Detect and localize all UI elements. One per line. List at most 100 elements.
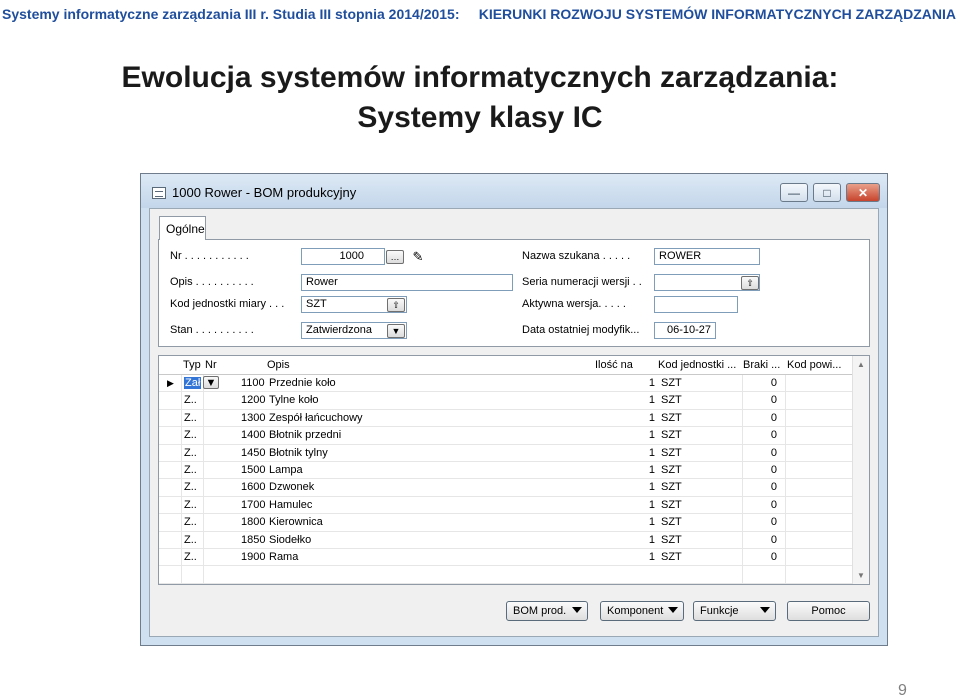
cell-braki[interactable]: 0 [767,377,777,389]
table-row[interactable] [159,566,853,584]
cell-ilosc[interactable]: 1 [645,516,655,528]
col-kod-powi[interactable]: Kod powi... [787,359,841,371]
cell-opis[interactable]: Tylne koło [269,394,319,406]
cell-ilosc[interactable]: 1 [645,447,655,459]
cell-kod-jednostki[interactable]: SZT [661,516,682,528]
cell-nr[interactable]: 1700 [241,499,265,511]
cell-braki[interactable]: 0 [767,429,777,441]
cell-nr[interactable]: 1600 [241,481,265,493]
window-titlebar[interactable]: 1000 Rower - BOM produkcyjny — □ ✕ [141,174,887,208]
cell-typ[interactable]: Z.. [184,394,197,406]
col-typ[interactable]: Typ [183,359,201,371]
cell-ilosc[interactable]: 1 [645,394,655,406]
nr-field[interactable]: 1000 [301,248,385,265]
cell-typ[interactable]: Z.. [184,447,197,459]
cell-opis[interactable]: Kierownica [269,516,323,528]
cell-kod-jednostki[interactable]: SZT [661,412,682,424]
komponent-button[interactable]: Komponent [600,601,684,621]
chevron-down-icon[interactable]: ▼ [203,376,219,389]
cell-opis[interactable]: Dzwonek [269,481,314,493]
lookup-arrow-icon[interactable]: ⇧ [387,298,405,312]
table-row[interactable]: Z.. 1200 Tylne koło 1 SZT 0 [159,392,853,410]
table-row[interactable]: Z.. 1600 Dzwonek 1 SZT 0 [159,479,853,497]
cell-kod-jednostki[interactable]: SZT [661,534,682,546]
close-button[interactable]: ✕ [846,183,880,202]
opis-field[interactable]: Rower [301,274,513,291]
cell-braki[interactable]: 0 [767,394,777,406]
cell-kod-jednostki[interactable]: SZT [661,499,682,511]
cell-typ[interactable]: Z.. [184,464,197,476]
table-row[interactable]: Zał 1100 Przednie koło 1 SZT 0 ▶ ▼ [159,375,853,393]
cell-typ[interactable]: Z.. [184,534,197,546]
funkcje-button[interactable]: Funkcje [693,601,776,621]
cell-nr[interactable]: 1100 [241,377,265,389]
cell-ilosc[interactable]: 1 [645,377,655,389]
table-row[interactable]: Z.. 1850 Siodełko 1 SZT 0 [159,532,853,549]
col-ilosc[interactable]: Ilość na [595,359,633,371]
lookup-ellipsis-button[interactable]: … [386,250,404,264]
cell-kod-jednostki[interactable]: SZT [661,394,682,406]
cell-nr[interactable]: 1400 [241,429,265,441]
cell-braki[interactable]: 0 [767,516,777,528]
cell-opis[interactable]: Rama [269,551,298,563]
cell-typ[interactable]: Z.. [184,429,197,441]
nazwa-szukana-field[interactable]: ROWER [654,248,760,265]
cell-kod-jednostki[interactable]: SZT [661,447,682,459]
cell-ilosc[interactable]: 1 [645,551,655,563]
cell-nr[interactable]: 1900 [241,551,265,563]
col-kod-jednostki[interactable]: Kod jednostki ... [658,359,736,371]
cell-braki[interactable]: 0 [767,412,777,424]
col-braki[interactable]: Braki ... [743,359,780,371]
grid-scrollbar[interactable]: ▲ ▼ [852,356,869,584]
table-row[interactable]: Z.. 1700 Hamulec 1 SZT 0 [159,497,853,515]
minimize-button[interactable]: — [780,183,808,202]
table-row[interactable]: Z.. 1400 Błotnik przedni 1 SZT 0 [159,427,853,445]
pencil-icon[interactable]: ✎ [409,249,427,264]
cell-opis[interactable]: Lampa [269,464,303,476]
cell-typ[interactable]: Z.. [184,516,197,528]
lookup-arrow-icon[interactable]: ⇧ [741,276,759,290]
cell-kod-jednostki[interactable]: SZT [661,464,682,476]
cell-ilosc[interactable]: 1 [645,481,655,493]
cell-ilosc[interactable]: 1 [645,534,655,546]
cell-ilosc[interactable]: 1 [645,464,655,476]
cell-braki[interactable]: 0 [767,551,777,563]
cell-nr[interactable]: 1450 [241,447,265,459]
cell-nr[interactable]: 1500 [241,464,265,476]
col-nr[interactable]: Nr [205,359,217,371]
cell-ilosc[interactable]: 1 [645,499,655,511]
table-row[interactable]: Z.. 1450 Błotnik tylny 1 SZT 0 [159,445,853,462]
cell-opis[interactable]: Błotnik tylny [269,447,328,459]
cell-braki[interactable]: 0 [767,464,777,476]
cell-opis[interactable]: Hamulec [269,499,312,511]
cell-kod-jednostki[interactable]: SZT [661,377,682,389]
cell-typ[interactable]: Z.. [184,412,197,424]
maximize-button[interactable]: □ [813,183,841,202]
cell-braki[interactable]: 0 [767,481,777,493]
cell-opis[interactable]: Błotnik przedni [269,429,341,441]
cell-opis[interactable]: Przednie koło [269,377,336,389]
bom-prod-button[interactable]: BOM prod. [506,601,588,621]
cell-ilosc[interactable]: 1 [645,412,655,424]
cell-typ[interactable]: Zał [184,377,202,389]
cell-kod-jednostki[interactable]: SZT [661,551,682,563]
col-opis[interactable]: Opis [267,359,290,371]
table-row[interactable]: Z.. 1300 Zespół łańcuchowy 1 SZT 0 [159,410,853,428]
cell-braki[interactable]: 0 [767,534,777,546]
cell-nr[interactable]: 1800 [241,516,265,528]
cell-braki[interactable]: 0 [767,447,777,459]
aktywna-wersja-field[interactable] [654,296,738,313]
data-modyfikacji-field[interactable]: 06-10-27 [654,322,716,339]
cell-kod-jednostki[interactable]: SZT [661,481,682,493]
cell-opis[interactable]: Siodełko [269,534,311,546]
table-row[interactable]: Z.. 1500 Lampa 1 SZT 0 [159,462,853,480]
cell-nr[interactable]: 1300 [241,412,265,424]
tab-ogolne[interactable]: Ogólne [159,216,206,240]
cell-kod-jednostki[interactable]: SZT [661,429,682,441]
table-row[interactable]: Z.. 1900 Rama 1 SZT 0 [159,549,853,567]
cell-braki[interactable]: 0 [767,499,777,511]
cell-typ[interactable]: Z.. [184,551,197,563]
chevron-down-icon[interactable]: ▼ [387,324,405,338]
pomoc-button[interactable]: Pomoc [787,601,870,621]
cell-typ[interactable]: Z.. [184,481,197,493]
